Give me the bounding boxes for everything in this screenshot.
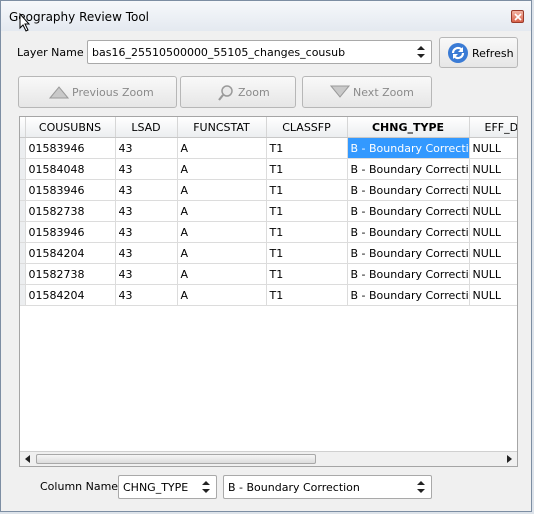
spinner-arrows-icon xyxy=(417,481,425,493)
table-cell[interactable]: 43 xyxy=(115,263,178,285)
table-cell[interactable]: T1 xyxy=(266,179,348,201)
table-cell[interactable]: NULL xyxy=(469,242,517,264)
table-cell[interactable]: 43 xyxy=(115,242,178,264)
scroll-right-icon[interactable] xyxy=(504,454,514,464)
table-cell[interactable]: T1 xyxy=(266,284,348,306)
table-cell[interactable]: A xyxy=(177,179,267,201)
table-cell[interactable]: T1 xyxy=(266,221,348,243)
previous-zoom-label: Previous Zoom xyxy=(72,86,154,99)
horizontal-scrollbar[interactable] xyxy=(20,451,517,466)
spinner-arrows-icon xyxy=(202,481,210,493)
scrollbar-thumb[interactable] xyxy=(36,454,316,464)
table-cell[interactable]: 43 xyxy=(115,179,178,201)
previous-zoom-button[interactable]: Previous Zoom xyxy=(18,76,177,108)
column-header[interactable]: CLASSFP xyxy=(266,117,348,138)
table-cell[interactable]: 01584204 xyxy=(25,242,116,264)
layer-name-label: Layer Name : xyxy=(17,46,91,59)
column-name-label: Column Name : xyxy=(40,480,126,493)
mouse-pointer-icon xyxy=(19,13,31,32)
table-cell[interactable]: 01584048 xyxy=(25,158,116,180)
close-icon xyxy=(514,13,522,21)
layer-name-select[interactable]: bas16_25510500000_55105_changes_cousub xyxy=(87,40,432,64)
table-row[interactable]: 01583946 43 A T1 B - Boundary Correction… xyxy=(20,137,517,159)
close-button[interactable] xyxy=(511,10,524,23)
down-triangle-icon xyxy=(330,85,350,98)
table-cell[interactable]: 01582738 xyxy=(25,200,116,222)
refresh-label: Refresh xyxy=(472,47,514,60)
column-header[interactable]: FUNCSTAT xyxy=(177,117,267,138)
table-cell[interactable]: B - Boundary Correction xyxy=(347,263,470,285)
next-zoom-label: Next Zoom xyxy=(353,86,414,99)
table-cell[interactable]: T1 xyxy=(266,200,348,222)
column-value-value: B - Boundary Correction xyxy=(228,481,360,494)
table-cell[interactable]: NULL xyxy=(469,221,517,243)
layer-name-value: bas16_25510500000_55105_changes_cousub xyxy=(92,46,346,59)
table-cell[interactable]: 01583946 xyxy=(25,221,116,243)
table-cell[interactable]: NULL xyxy=(469,158,517,180)
table-cell[interactable]: A xyxy=(177,242,267,264)
table-cell[interactable]: T1 xyxy=(266,137,348,159)
table-cell[interactable]: 43 xyxy=(115,221,178,243)
column-name-value: CHNG_TYPE xyxy=(123,481,189,494)
table-cell[interactable]: B - Boundary Correction xyxy=(347,158,470,180)
table-body: 01583946 43 A T1 B - Boundary Correction… xyxy=(20,137,517,306)
table-cell[interactable]: 43 xyxy=(115,284,178,306)
table-cell[interactable]: T1 xyxy=(266,158,348,180)
table-row[interactable]: 01582738 43 A T1 B - Boundary Correction… xyxy=(20,263,517,285)
table-cell[interactable]: A xyxy=(177,221,267,243)
table-cell[interactable]: NULL xyxy=(469,179,517,201)
table-cell[interactable]: B - Boundary Correction xyxy=(347,221,470,243)
column-name-select[interactable]: CHNG_TYPE xyxy=(118,475,217,499)
table-cell[interactable]: NULL xyxy=(469,263,517,285)
table-cell[interactable]: B - Boundary Correction xyxy=(347,200,470,222)
table-cell[interactable]: NULL xyxy=(469,284,517,306)
refresh-icon xyxy=(448,43,468,63)
review-tool-window: Geography Review Tool Layer Name : bas16… xyxy=(0,0,532,512)
column-header-selected[interactable]: CHNG_TYPE xyxy=(347,117,470,138)
scroll-left-icon[interactable] xyxy=(23,454,33,464)
column-header[interactable]: EFF_D xyxy=(469,117,517,138)
table-row[interactable]: 01582738 43 A T1 B - Boundary Correction… xyxy=(20,200,517,222)
table-cell[interactable]: A xyxy=(177,263,267,285)
table-row[interactable]: 01584204 43 A T1 B - Boundary Correction… xyxy=(20,284,517,306)
table-cell[interactable]: 01583946 xyxy=(25,137,116,159)
table-cell[interactable]: A xyxy=(177,284,267,306)
table-cell[interactable]: 43 xyxy=(115,200,178,222)
table-cell[interactable]: B - Boundary Correction xyxy=(347,179,470,201)
table-cell[interactable]: 01582738 xyxy=(25,263,116,285)
table-cell[interactable]: B - Boundary Correction xyxy=(347,242,470,264)
table-cell[interactable]: 01584204 xyxy=(25,284,116,306)
column-value-select[interactable]: B - Boundary Correction xyxy=(223,475,432,499)
table-cell-selected[interactable]: B - Boundary Correction xyxy=(347,137,470,159)
magnifier-icon xyxy=(218,85,233,101)
column-header[interactable]: COUSUBNS xyxy=(25,117,116,138)
table-cell[interactable]: A xyxy=(177,137,267,159)
zoom-label: Zoom xyxy=(238,86,270,99)
table-cell[interactable]: T1 xyxy=(266,263,348,285)
up-triangle-icon xyxy=(49,86,69,99)
table-cell[interactable]: 01583946 xyxy=(25,179,116,201)
table-row[interactable]: 01583946 43 A T1 B - Boundary Correction… xyxy=(20,221,517,243)
title-bar[interactable]: Geography Review Tool xyxy=(1,1,531,32)
table-cell[interactable]: T1 xyxy=(266,242,348,264)
table-header-row: COUSUBNS LSAD FUNCSTAT CLASSFP CHNG_TYPE… xyxy=(20,117,517,138)
table-cell[interactable]: NULL xyxy=(469,137,517,159)
spinner-arrows-icon xyxy=(417,46,425,58)
table-row[interactable]: 01583946 43 A T1 B - Boundary Correction… xyxy=(20,179,517,201)
table-cell[interactable]: A xyxy=(177,158,267,180)
table-row[interactable]: 01584204 43 A T1 B - Boundary Correction… xyxy=(20,242,517,264)
table-cell[interactable]: 43 xyxy=(115,158,178,180)
table-cell[interactable]: 43 xyxy=(115,137,178,159)
table-cell[interactable]: B - Boundary Correction xyxy=(347,284,470,306)
attribute-table[interactable]: COUSUBNS LSAD FUNCSTAT CLASSFP CHNG_TYPE… xyxy=(19,116,518,467)
table-row[interactable]: 01584048 43 A T1 B - Boundary Correction… xyxy=(20,158,517,180)
table-cell[interactable]: A xyxy=(177,200,267,222)
zoom-button[interactable]: Zoom xyxy=(180,76,296,108)
next-zoom-button[interactable]: Next Zoom xyxy=(302,76,432,108)
refresh-button[interactable]: Refresh xyxy=(439,37,518,68)
column-header[interactable]: LSAD xyxy=(115,117,178,138)
table-cell[interactable]: NULL xyxy=(469,200,517,222)
